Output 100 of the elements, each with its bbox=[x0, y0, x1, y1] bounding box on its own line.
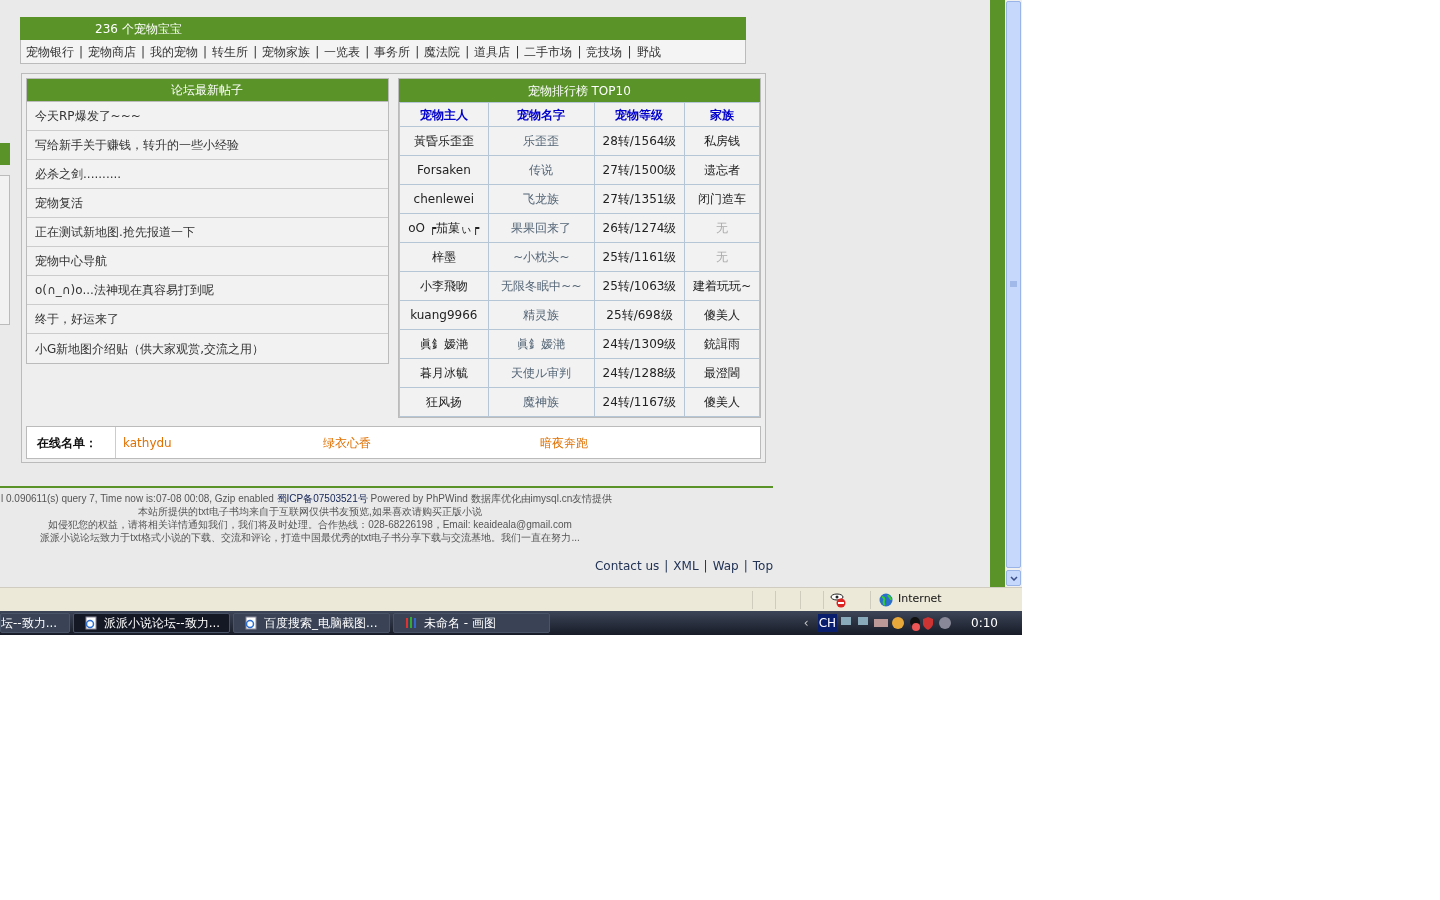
nav-link[interactable]: 魔法院 bbox=[424, 42, 461, 61]
nav-separator: | bbox=[141, 43, 146, 61]
table-cell: 天使ル审判 bbox=[488, 358, 595, 388]
link-separator: | bbox=[664, 558, 669, 575]
table-cell: 最澄閪 bbox=[684, 358, 760, 388]
table-cell: 梓墨 bbox=[399, 242, 489, 272]
table-cell: 狂风扬 bbox=[399, 387, 489, 417]
nav-separator: | bbox=[515, 43, 520, 61]
post-link[interactable]: 正在测试新地图.抢先报道一下 bbox=[35, 223, 195, 241]
post-link[interactable]: 必杀之剑.......... bbox=[35, 165, 122, 183]
link-separator: | bbox=[703, 558, 708, 575]
nav-separator: | bbox=[627, 43, 632, 61]
post-link[interactable]: 小G新地图介绍贴（供大家观赏,交流之用） bbox=[35, 339, 265, 358]
table-cell: 24转/1309级 bbox=[594, 329, 685, 359]
table-cell: 銃諿雨 bbox=[684, 329, 760, 359]
table-cell: 建着玩玩~ bbox=[684, 271, 760, 301]
table-cell: Forsaken bbox=[399, 155, 489, 185]
icp-link[interactable]: 蜀ICP备07503521号 bbox=[276, 493, 368, 504]
column-header: 宠物主人 bbox=[399, 102, 489, 127]
table-cell: 黃昏乐歪歪 bbox=[399, 126, 489, 156]
table-cell: 无 bbox=[684, 213, 760, 243]
taskbar-button[interactable]: 百度搜索_电脑截图... bbox=[233, 613, 390, 633]
document-icon bbox=[244, 616, 258, 630]
table-cell: 27转/1351级 bbox=[594, 184, 685, 214]
nav-separator: | bbox=[365, 43, 370, 61]
nav-separator: | bbox=[203, 43, 208, 61]
nav-separator: | bbox=[253, 43, 258, 61]
forum-header: 论坛最新帖子 bbox=[27, 79, 388, 102]
document-icon bbox=[84, 616, 98, 630]
footer-link[interactable]: XML bbox=[673, 557, 699, 575]
post-link[interactable]: o(∩_∩)o...法神现在真容易打到呢 bbox=[35, 281, 214, 299]
table-cell: 28转/1564级 bbox=[594, 126, 685, 156]
scroll-down-button[interactable] bbox=[1006, 570, 1021, 586]
table-cell: 25转/1063级 bbox=[594, 271, 685, 301]
taskbar-button[interactable]: 未命名 - 画图 bbox=[393, 613, 550, 633]
table-cell: 飞龙族 bbox=[488, 184, 595, 214]
table-cell: 闭门造车 bbox=[684, 184, 760, 214]
online-label: 在线名单： bbox=[37, 434, 97, 452]
table-cell: kuang9966 bbox=[399, 300, 489, 330]
table-cell: 25转/698级 bbox=[594, 300, 685, 330]
table-cell: 魔神族 bbox=[488, 387, 595, 417]
post-link[interactable]: 今天RP爆发了~~~ bbox=[35, 107, 141, 125]
table-cell: 眞釒嫒滟 bbox=[399, 329, 489, 359]
ranking-header: 宠物排行榜 TOP10 bbox=[398, 79, 760, 102]
table-cell: 26转/1274级 bbox=[594, 213, 685, 243]
zone-label: Internet bbox=[898, 591, 942, 608]
nav-link[interactable]: 宠物家族 bbox=[262, 42, 311, 61]
nav-link[interactable]: 道具店 bbox=[474, 42, 511, 61]
table-cell: 傻美人 bbox=[684, 387, 760, 417]
column-header: 宠物等级 bbox=[594, 102, 685, 127]
table-cell: 无限冬眠中~~ bbox=[488, 271, 595, 301]
nav-separator: | bbox=[415, 43, 420, 61]
tray-collapse-icon[interactable]: ‹ bbox=[803, 614, 809, 632]
table-cell: 遗忘者 bbox=[684, 155, 760, 185]
table-cell: 27转/1500级 bbox=[594, 155, 685, 185]
nav-separator: | bbox=[465, 43, 470, 61]
table-cell: 无 bbox=[684, 242, 760, 272]
nav-separator: | bbox=[315, 43, 320, 61]
post-link[interactable]: 写给新手关于赚钱，转升的一些小经验 bbox=[35, 136, 239, 154]
footer-text: 如侵犯您的权益，请将相关详情通知我们，我们将及时处理。合作热线：028-68226198，Email: keaideala@gmail.com bbox=[48, 518, 572, 531]
brushes-icon bbox=[404, 616, 418, 630]
header-title: 236 个宠物宝宝 bbox=[95, 20, 182, 38]
taskbar-button[interactable]: 派派小说论坛--致力... bbox=[73, 613, 230, 633]
table-cell: 25转/1161级 bbox=[594, 242, 685, 272]
footer-text: 本站所提供的txt电子书均来自于互联网仅供书友预览,如果喜欢请购买正版小说 bbox=[138, 505, 482, 518]
table-cell: 精灵族 bbox=[488, 300, 595, 330]
table-cell: 果果回来了 bbox=[488, 213, 595, 243]
blocked-eye-icon bbox=[830, 591, 846, 608]
post-link[interactable]: 终于，好运来了 bbox=[35, 310, 119, 328]
table-cell: 私房钱 bbox=[684, 126, 760, 156]
table-cell: oO ┍茄菓ぃ┍ bbox=[399, 213, 489, 243]
nav-link[interactable]: 二手市场 bbox=[524, 42, 573, 61]
language-indicator[interactable]: CH bbox=[817, 614, 838, 632]
table-cell: chenlewei bbox=[399, 184, 489, 214]
nav-link[interactable]: 宠物银行 bbox=[26, 42, 74, 61]
post-link[interactable]: 宠物复活 bbox=[35, 194, 83, 212]
nav-link[interactable]: 野战 bbox=[636, 42, 661, 61]
table-cell: ~小枕头~ bbox=[488, 242, 595, 272]
table-cell: 眞釒嫒滟 bbox=[488, 329, 595, 359]
nav-link[interactable]: 事务所 bbox=[374, 42, 411, 61]
chevron-down-icon bbox=[1009, 575, 1018, 581]
footer-link[interactable]: Wap bbox=[712, 557, 739, 575]
footer-text: l 0.090611(s) query 7, Time now is:07-08 00:08, Gzip enabled 蜀ICP备07503521号 Powered by PhPWind 数据库优化由imysql.cn友情提供 bbox=[0, 492, 613, 505]
taskbar-button[interactable]: 坛--致力... bbox=[0, 613, 70, 633]
grip-icon bbox=[1010, 281, 1017, 288]
nav-link[interactable]: 转生所 bbox=[212, 42, 249, 61]
nav-separator: | bbox=[577, 43, 582, 61]
nav-separator: | bbox=[79, 43, 84, 61]
nav-link[interactable]: 我的宠物 bbox=[150, 42, 199, 61]
footer-text: 派派小说论坛致力于txt格式小说的下载、交流和评论，打造中国最优秀的txt电子书分享下载与交流基地。我们一直在努力... bbox=[40, 531, 580, 544]
nav-link[interactable]: 宠物商店 bbox=[88, 42, 137, 61]
footer-link[interactable]: Contact us bbox=[594, 557, 660, 575]
table-cell: 传说 bbox=[488, 155, 595, 185]
footer-link[interactable]: Top bbox=[752, 557, 773, 575]
nav-link[interactable]: 竞技场 bbox=[586, 42, 623, 61]
globe-icon bbox=[879, 592, 893, 607]
column-header: 家族 bbox=[684, 102, 760, 127]
nav-link[interactable]: 一览表 bbox=[324, 42, 361, 61]
table-cell: 24转/1167级 bbox=[594, 387, 685, 417]
post-link[interactable]: 宠物中心导航 bbox=[35, 252, 107, 270]
